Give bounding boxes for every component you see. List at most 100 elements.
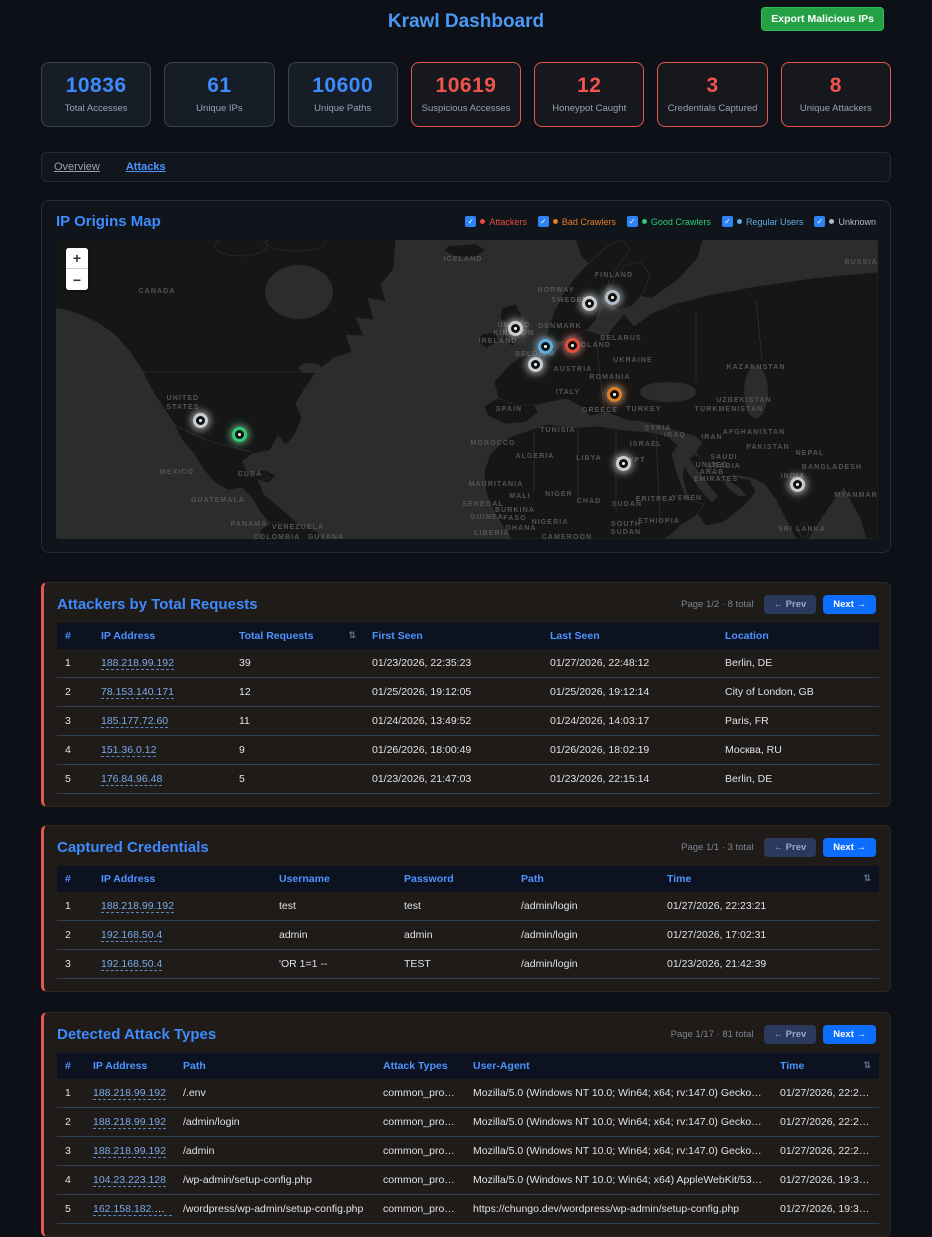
table-cell: 3 [57,707,93,736]
country-label: SENEGAL [462,501,504,508]
ip-address-link[interactable]: 188.218.99.192 [93,1116,166,1129]
table-cell: test [271,892,396,921]
table-cell: 188.218.99.192 [93,892,271,921]
country-label: SUDAN [611,529,641,536]
checkbox-checked-icon[interactable]: ✓ [538,216,549,227]
country-label: MAURITANIA [469,481,524,488]
table-cell: 01/27/2026, 19:38:59 [772,1166,879,1195]
ip-address-link[interactable]: 176.84.96.48 [101,773,162,786]
zoom-in-button[interactable]: + [66,248,88,269]
table-row: 5162.158.182.104/wordpress/wp-admin/setu… [57,1195,879,1224]
map-canvas: CANADAUNITEDSTATESMEXICOCUBAGUATEMALAPAN… [56,240,878,539]
table-cell: 'OR 1=1 -- [271,950,396,979]
page-info: Page 1/1 · 3 total [681,842,753,853]
next-page-button[interactable]: Next → [823,595,876,614]
table-cell: Berlin, DE [717,765,879,794]
legend-item-bad-crawlers[interactable]: ✓Bad Crawlers [538,216,616,227]
export-malicious-ips-button[interactable]: Export Malicious IPs [761,7,884,31]
next-page-button[interactable]: Next → [823,1025,876,1044]
table-cell: 9 [231,736,364,765]
checkbox-checked-icon[interactable]: ✓ [627,216,638,227]
column-header: Location [717,623,879,649]
country-label: NORWAY [537,287,574,294]
zoom-out-button[interactable]: − [66,269,88,290]
map-marker-bad-crawlers[interactable] [607,387,622,402]
country-label: EMIRATES [694,476,738,483]
ip-address-link[interactable]: 188.218.99.192 [101,657,174,670]
legend-item-unknown[interactable]: ✓Unknown [814,216,876,227]
ip-address-link[interactable]: 104.23.223.128 [93,1174,166,1187]
table-cell: 01/23/2026, 22:15:14 [542,765,717,794]
country-label: STATES [166,404,199,411]
sort-icon[interactable]: ⇅ [348,630,356,641]
sort-icon[interactable]: ⇅ [863,1060,871,1071]
ip-address-link[interactable]: 188.218.99.192 [93,1087,166,1100]
table-cell: 185.177.72.60 [93,707,231,736]
table-cell: 01/23/2026, 22:35:23 [364,649,542,678]
tab-bar: Overview Attacks [41,152,891,182]
checkbox-checked-icon[interactable]: ✓ [722,216,733,227]
map-marker-unknown[interactable] [193,413,208,428]
tab-overview[interactable]: Overview [54,161,100,173]
checkbox-checked-icon[interactable]: ✓ [814,216,825,227]
country-label: IRAQ [664,432,686,439]
next-page-button[interactable]: Next → [823,838,876,857]
ip-address-link[interactable]: 192.168.50.4 [101,929,162,942]
ip-address-link[interactable]: 192.168.50.4 [101,958,162,971]
map-marker-good-crawlers[interactable] [232,427,247,442]
column-header: User-Agent [465,1053,772,1079]
pagination: Page 1/1 · 3 total ← Prev Next → [681,838,876,857]
checkbox-checked-icon[interactable]: ✓ [465,216,476,227]
legend-dot-icon [642,219,647,224]
world-map[interactable]: CANADAUNITEDSTATESMEXICOCUBAGUATEMALAPAN… [56,240,878,539]
map-marker-unknown[interactable] [508,321,523,336]
map-marker-unknown[interactable] [616,456,631,471]
country-label: SOUTH [611,521,641,528]
ip-address-link[interactable]: 188.218.99.192 [101,900,174,913]
map-marker-unknown[interactable] [790,477,805,492]
map-marker-unknown[interactable] [582,296,597,311]
country-label: TURKEY [626,406,661,413]
country-label: AFGHANISTAN [723,429,786,436]
table-cell: 2 [57,678,93,707]
map-marker-attackers[interactable] [565,338,580,353]
legend-item-attackers[interactable]: ✓Attackers [465,216,527,227]
map-marker-regular-users[interactable] [538,339,553,354]
legend-item-regular-users[interactable]: ✓Regular Users [722,216,804,227]
tab-attacks[interactable]: Attacks [126,161,166,173]
ip-address-link[interactable]: 78.153.140.171 [101,686,174,699]
column-header: Time⇅ [772,1053,879,1079]
country-label: DENMARK [538,323,581,330]
map-marker-unknown[interactable] [605,290,620,305]
prev-page-button[interactable]: ← Prev [764,595,817,614]
ip-address-link[interactable]: 151.36.0.12 [101,744,156,757]
sort-icon[interactable]: ⇅ [863,873,871,884]
column-header: IP Address [93,866,271,892]
stat-label: Total Accesses [46,103,146,114]
table-row: 4151.36.0.12901/26/2026, 18:00:4901/26/2… [57,736,879,765]
country-label: ARAB [700,469,725,476]
table-cell: 3 [57,950,93,979]
column-header: Total Requests⇅ [231,623,364,649]
table-cell: 01/27/2026, 22:23:21 [772,1108,879,1137]
country-label: RUSSIA [844,259,877,266]
pagination: Page 1/2 · 8 total← PrevNext → [681,595,876,614]
table-cell: /admin/login [513,950,659,979]
table-cell: /.env [175,1079,375,1108]
ip-address-link[interactable]: 162.158.182.104 [93,1203,172,1216]
country-label: IRELAND [479,338,518,345]
table-cell: 78.153.140.171 [93,678,231,707]
table-cell: 188.218.99.192 [93,649,231,678]
ip-address-link[interactable]: 188.218.99.192 [93,1145,166,1158]
country-label: MYANMAR [834,492,878,499]
table-cell: 1 [57,649,93,678]
table-row: 1188.218.99.192/.envcommon_probesMozilla… [57,1079,879,1108]
country-label: MOROCCO [470,440,515,447]
map-marker-unknown[interactable] [528,357,543,372]
prev-page-button[interactable]: ← Prev [764,1025,817,1044]
column-header: IP Address [93,623,231,649]
prev-page-button[interactable]: ← Prev [764,838,817,857]
legend-item-good-crawlers[interactable]: ✓Good Crawlers [627,216,711,227]
ip-address-link[interactable]: 185.177.72.60 [101,715,168,728]
country-label: BANGLADESH [802,464,862,471]
